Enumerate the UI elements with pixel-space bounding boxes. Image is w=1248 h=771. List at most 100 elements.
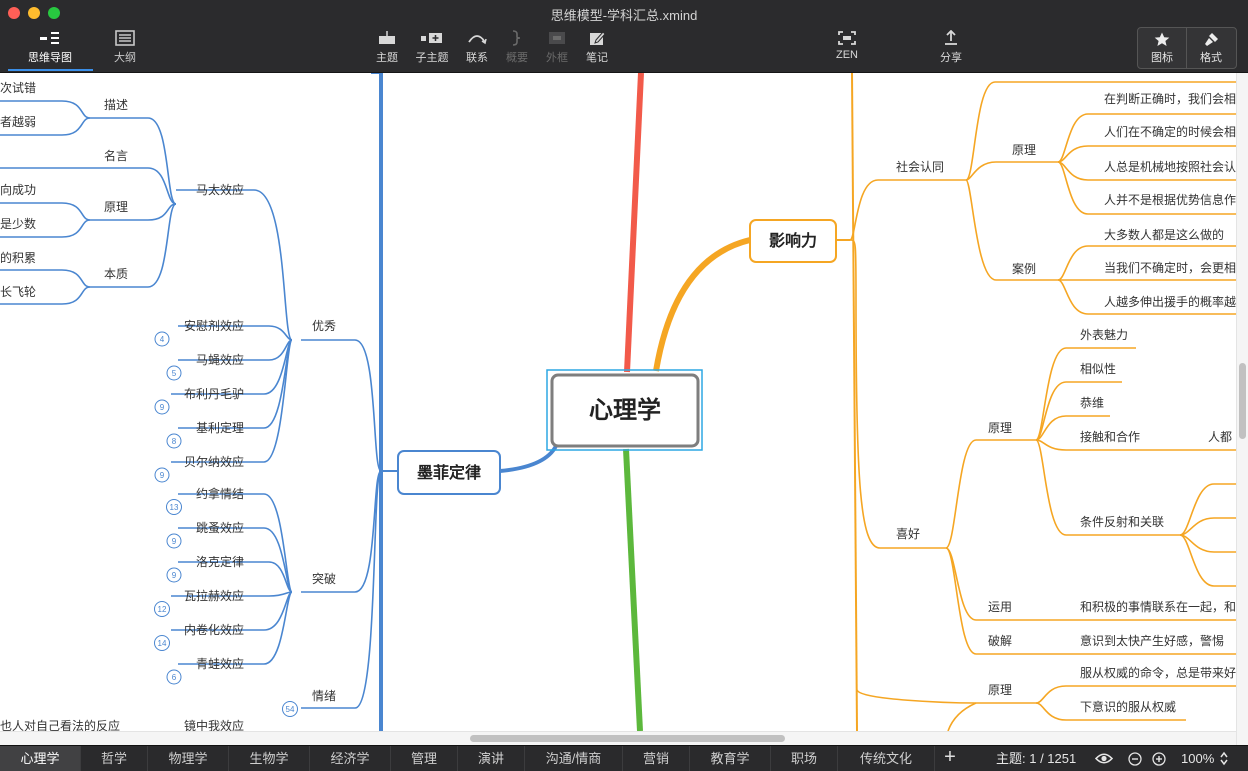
tupo-label[interactable]: 突破: [312, 571, 336, 586]
youxiu-item-2[interactable]: 马蝇效应: [196, 352, 244, 367]
youxiu-item-3[interactable]: 布利丹毛驴: [184, 386, 244, 401]
topic-button[interactable]: 主题: [367, 30, 407, 65]
miaoshu-label[interactable]: 描述: [104, 98, 128, 112]
cutoff-mirror-topic[interactable]: 镜中我效应: [184, 718, 244, 731]
sheet-tab[interactable]: 经济学: [310, 746, 391, 771]
xihao-yuanli-label[interactable]: 原理: [988, 421, 1012, 435]
xihao-item-1[interactable]: 外表魅力: [1080, 327, 1128, 342]
social-anli-item-3[interactable]: 人越多伸出援手的概率越: [1104, 294, 1236, 309]
subtopic-button[interactable]: 子主题: [412, 30, 452, 65]
sheet-tab[interactable]: 营销: [623, 746, 690, 771]
sheet-tab[interactable]: 沟通/情商: [525, 746, 623, 771]
central-topic[interactable]: 心理学: [546, 369, 703, 451]
icon-panel-button[interactable]: 图标: [1138, 28, 1187, 68]
count-badge[interactable]: 9: [166, 533, 182, 549]
sheet-tab[interactable]: 管理: [391, 746, 458, 771]
social-yuanli-item-4[interactable]: 人并不是根据优势信息作: [1104, 192, 1236, 207]
tupo-item-1[interactable]: 约拿情结: [196, 486, 244, 501]
miaoshu-item-2[interactable]: 者越弱: [0, 115, 36, 129]
sheet-tab[interactable]: 传统文化: [838, 746, 935, 771]
count-badge[interactable]: 12: [154, 601, 170, 617]
xihao-item-3[interactable]: 恭维: [1080, 396, 1104, 410]
relation-button[interactable]: 联系: [457, 30, 497, 65]
count-badge[interactable]: 5: [166, 365, 182, 381]
qingxu-label[interactable]: 情绪: [312, 689, 336, 703]
yunyong-text[interactable]: 和积极的事情联系在一起，和: [1080, 599, 1236, 614]
authority-yuanli-label[interactable]: 原理: [988, 683, 1012, 697]
tupo-item-6[interactable]: 青蛙效应: [196, 656, 244, 671]
tupo-item-5[interactable]: 内卷化效应: [184, 622, 244, 637]
horizontal-scroll-thumb[interactable]: [470, 735, 785, 742]
social-yuanli-item-1[interactable]: 在判断正确时，我们会相: [1104, 91, 1236, 106]
pojie-text[interactable]: 意识到太快产生好感，警惕: [1080, 633, 1224, 648]
count-badge[interactable]: 9: [154, 399, 170, 415]
sheet-tab[interactable]: 演讲: [458, 746, 525, 771]
social-yuanli-item-3[interactable]: 人总是机械地按照社会认: [1104, 159, 1236, 174]
social-anli-item-2[interactable]: 当我们不确定时，会更相: [1104, 260, 1236, 275]
pojie-label[interactable]: 破解: [988, 633, 1012, 648]
social-label[interactable]: 社会认同: [896, 159, 944, 174]
mindmap-view-button[interactable]: 思维导图: [8, 30, 92, 70]
matai-label[interactable]: 马太效应: [196, 182, 244, 197]
yuanli-label-left[interactable]: 原理: [104, 200, 128, 214]
count-badge[interactable]: 14: [154, 635, 170, 651]
count-badge[interactable]: 6: [166, 669, 182, 685]
summary-button[interactable]: 概要: [497, 30, 537, 65]
authority-item-1[interactable]: 服从权威的命令，总是带来好: [1080, 665, 1236, 680]
eye-icon[interactable]: [1095, 752, 1113, 765]
count-badge[interactable]: 9: [166, 567, 182, 583]
tupo-item-3[interactable]: 洛克定律: [196, 554, 244, 569]
social-yuanli-item-2[interactable]: 人们在不确定的时候会相: [1104, 124, 1236, 139]
miaoshu-item-1[interactable]: 次试错: [0, 80, 36, 95]
zoom-level[interactable]: 100%: [1181, 746, 1214, 771]
murphy-topic[interactable]: 墨菲定律: [397, 450, 501, 495]
qingxu-count-badge[interactable]: 54: [282, 701, 298, 717]
vertical-scroll-thumb[interactable]: [1239, 363, 1246, 439]
yuanli-item-1[interactable]: 向成功: [0, 182, 36, 197]
count-badge[interactable]: 13: [166, 499, 182, 515]
count-badge[interactable]: 4: [154, 331, 170, 347]
yunyong-label[interactable]: 运用: [988, 600, 1012, 614]
youxiu-item-1[interactable]: 安慰剂效应: [184, 318, 244, 333]
youxiu-label[interactable]: 优秀: [312, 319, 336, 333]
benzhi-label[interactable]: 本质: [104, 267, 128, 281]
youxiu-item-4[interactable]: 基利定理: [196, 420, 244, 435]
xihao-contact-child[interactable]: 人都: [1208, 430, 1232, 444]
sheet-tab[interactable]: 心理学: [0, 746, 81, 771]
social-anli-item-1[interactable]: 大多数人都是这么做的: [1104, 227, 1224, 242]
share-button[interactable]: 分享: [931, 30, 971, 65]
sheet-tab[interactable]: 教育学: [690, 746, 771, 771]
benzhi-item-2[interactable]: 长飞轮: [0, 285, 36, 299]
benzhi-item-1[interactable]: 的积累: [0, 250, 36, 265]
horizontal-scrollbar[interactable]: [0, 731, 1236, 746]
cutoff-left-topic[interactable]: 也人对自己看法的反应: [0, 718, 120, 731]
tupo-item-2[interactable]: 跳蚤效应: [196, 520, 244, 535]
sheet-tab[interactable]: 哲学: [81, 746, 148, 771]
add-sheet-button[interactable]: +: [940, 746, 960, 771]
influence-topic[interactable]: 影响力: [749, 219, 837, 263]
xihao-item-4[interactable]: 接触和合作: [1080, 429, 1140, 444]
social-anli-label[interactable]: 案例: [1012, 261, 1036, 276]
vertical-scrollbar[interactable]: [1236, 73, 1248, 745]
mingyan-label[interactable]: 名言: [104, 148, 128, 163]
xihao-item-5[interactable]: 条件反射和关联: [1080, 514, 1164, 529]
xihao-item-2[interactable]: 相似性: [1080, 362, 1116, 376]
outline-view-button[interactable]: 大纲: [83, 30, 167, 70]
social-yuanli-label[interactable]: 原理: [1012, 143, 1036, 157]
mindmap-canvas[interactable]: 心理学 墨菲定律 优秀 突破 情绪 54 马太效应 描述 名言 原理 本质 次试…: [0, 73, 1236, 731]
sheet-tab[interactable]: 职场: [771, 746, 838, 771]
sheet-tab[interactable]: 生物学: [229, 746, 310, 771]
xihao-label[interactable]: 喜好: [896, 527, 920, 541]
count-badge[interactable]: 9: [154, 467, 170, 483]
format-panel-button[interactable]: 格式: [1187, 28, 1235, 68]
count-badge[interactable]: 8: [166, 433, 182, 449]
zoom-stepper-icon[interactable]: [1219, 751, 1229, 766]
yuanli-item-2[interactable]: 是少数: [0, 216, 36, 231]
authority-item-2[interactable]: 下意识的服从权威: [1080, 699, 1176, 714]
zoom-out-icon[interactable]: [1128, 752, 1142, 766]
zoom-in-icon[interactable]: [1152, 752, 1166, 766]
note-button[interactable]: 笔记: [577, 30, 617, 65]
boundary-button[interactable]: 外框: [537, 30, 577, 65]
tupo-item-4[interactable]: 瓦拉赫效应: [184, 588, 244, 603]
zen-button[interactable]: ZEN: [827, 30, 867, 61]
